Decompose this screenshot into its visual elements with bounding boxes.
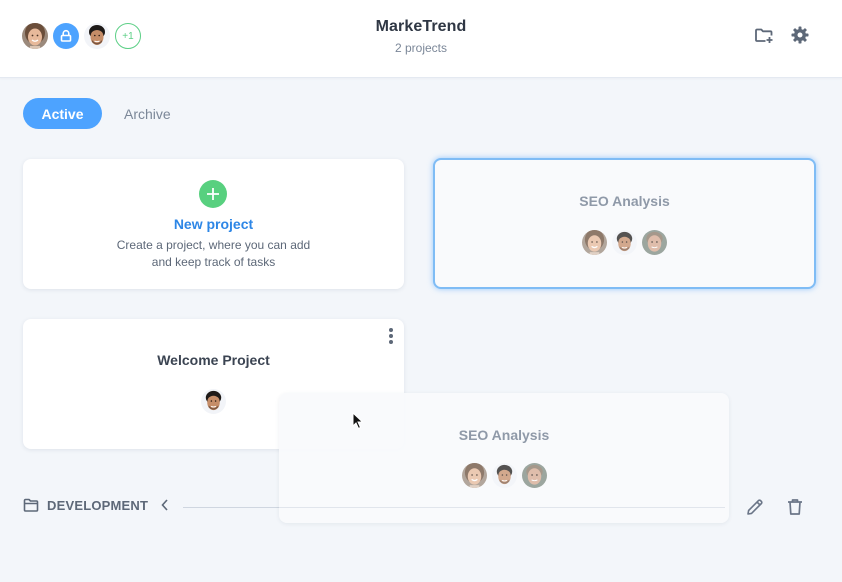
member-avatar-grey-man [642,230,667,255]
edit-group-button[interactable] [745,497,765,517]
new-folder-button[interactable] [754,25,774,45]
settings-button[interactable] [790,25,810,45]
chevron-left-icon[interactable] [160,498,170,512]
project-members [435,230,814,255]
project-count: 2 projects [394,41,448,55]
pencil-icon [747,499,763,515]
member-avatar-woman [462,463,487,488]
member-avatar-woman [582,230,607,255]
divider [279,507,725,508]
more-vertical-icon[interactable] [388,328,394,344]
project-title: Welcome Project [157,352,270,368]
folder-icon [23,498,39,512]
member-avatar-man [201,389,226,414]
mouse-cursor-icon [352,412,364,430]
folder-plus-icon [755,28,773,43]
member-avatar-grey-man [522,463,547,488]
project-group-header: DEVELOPMENT [23,497,170,513]
member-avatar-man [612,230,637,255]
project-title: SEO Analysis [458,427,550,443]
new-project-title[interactable]: New project [23,216,404,232]
plus-icon [207,188,219,200]
app-header: +1 MarkeTrend 2 projects [0,0,842,78]
project-tabs: Active Archive [23,98,171,129]
delete-group-button[interactable] [785,497,805,517]
app-title: MarkeTrend [375,18,467,35]
project-title: SEO Analysis [579,193,670,209]
description-line: and keep track of tasks [151,255,276,269]
description-line: Create a project, where you can add [116,238,311,252]
add-project-button[interactable] [199,180,227,208]
dragged-project-card-seo-analysis[interactable]: SEO Analysis [279,393,729,523]
group-divider [183,507,279,508]
gear-icon [791,26,809,44]
group-name[interactable]: DEVELOPMENT [47,498,148,513]
new-project-description: Create a project, where you can add and … [23,237,404,271]
new-project-card[interactable]: New project Create a project, where you … [23,159,404,289]
title-block: MarkeTrend 2 projects [0,18,842,55]
trash-icon [788,499,802,515]
member-avatar-man [492,463,517,488]
tab-archive[interactable]: Archive [124,106,171,122]
project-card-seo-analysis[interactable]: SEO Analysis [433,158,816,289]
project-members [279,463,729,488]
tab-active[interactable]: Active [23,98,102,129]
